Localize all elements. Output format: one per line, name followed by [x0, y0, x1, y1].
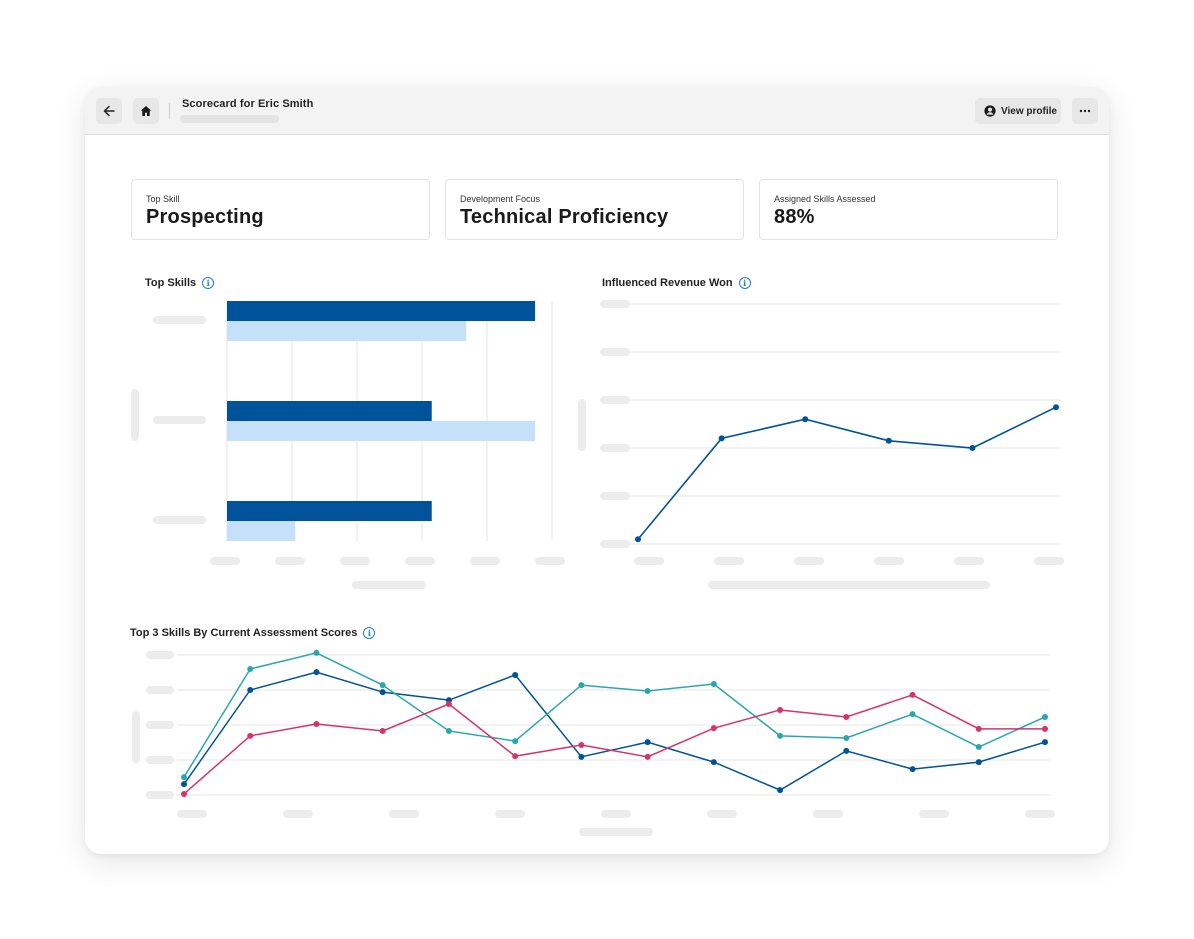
data-point [975, 744, 982, 751]
x-tick-label-placeholder [283, 810, 313, 818]
x-axis-label-placeholder [579, 828, 653, 836]
data-point [1042, 713, 1048, 720]
x-tick-label-placeholder [707, 810, 737, 818]
x-tick-label-placeholder [389, 810, 419, 818]
y-tick-label-placeholder [146, 651, 174, 659]
data-point [445, 701, 452, 707]
data-point [644, 753, 651, 760]
data-point [313, 720, 320, 727]
y-tick-label-placeholder [146, 721, 174, 729]
data-point [313, 669, 320, 676]
x-tick-label-placeholder [601, 810, 631, 818]
y-tick-label-placeholder [146, 686, 174, 694]
data-point [644, 688, 651, 695]
data-point [578, 682, 585, 689]
y-tick-label-placeholder [146, 756, 174, 764]
data-point [710, 725, 717, 732]
data-point [843, 713, 850, 720]
data-point [578, 753, 585, 760]
data-point [1042, 739, 1048, 746]
data-point [181, 781, 187, 788]
data-point [512, 753, 519, 760]
data-point [777, 732, 784, 739]
data-point [445, 727, 452, 734]
data-point [247, 687, 254, 693]
data-point [247, 666, 254, 672]
x-tick-label-placeholder [177, 810, 207, 818]
assessment-scores-chart [132, 649, 1055, 836]
data-point [379, 682, 386, 689]
data-point [313, 649, 320, 656]
data-point [843, 734, 850, 741]
data-point [710, 681, 717, 688]
data-point [247, 732, 254, 739]
data-point [512, 738, 519, 745]
data-point [710, 759, 717, 766]
x-tick-label-placeholder [495, 810, 525, 818]
data-point [975, 759, 982, 766]
data-point [843, 747, 850, 754]
data-point [909, 691, 916, 698]
data-point [909, 766, 916, 773]
data-point [379, 689, 386, 696]
y-tick-label-placeholder [146, 791, 174, 799]
data-point [379, 727, 386, 734]
data-point [181, 790, 187, 797]
x-tick-label-placeholder [813, 810, 843, 818]
scorecard-window: Scorecard for Eric Smith View profile To… [85, 87, 1109, 854]
data-point [644, 739, 651, 746]
data-point [777, 706, 784, 713]
x-tick-label-placeholder [1025, 810, 1055, 818]
data-point [181, 774, 187, 781]
data-point [777, 787, 784, 794]
data-point [909, 711, 916, 718]
data-point [1042, 725, 1048, 732]
series-line [183, 652, 1046, 778]
data-point [512, 671, 519, 678]
data-point [578, 741, 585, 748]
series-line [183, 694, 1045, 795]
y-axis-label-placeholder [132, 711, 140, 763]
data-point [975, 725, 982, 732]
x-tick-label-placeholder [919, 810, 949, 818]
